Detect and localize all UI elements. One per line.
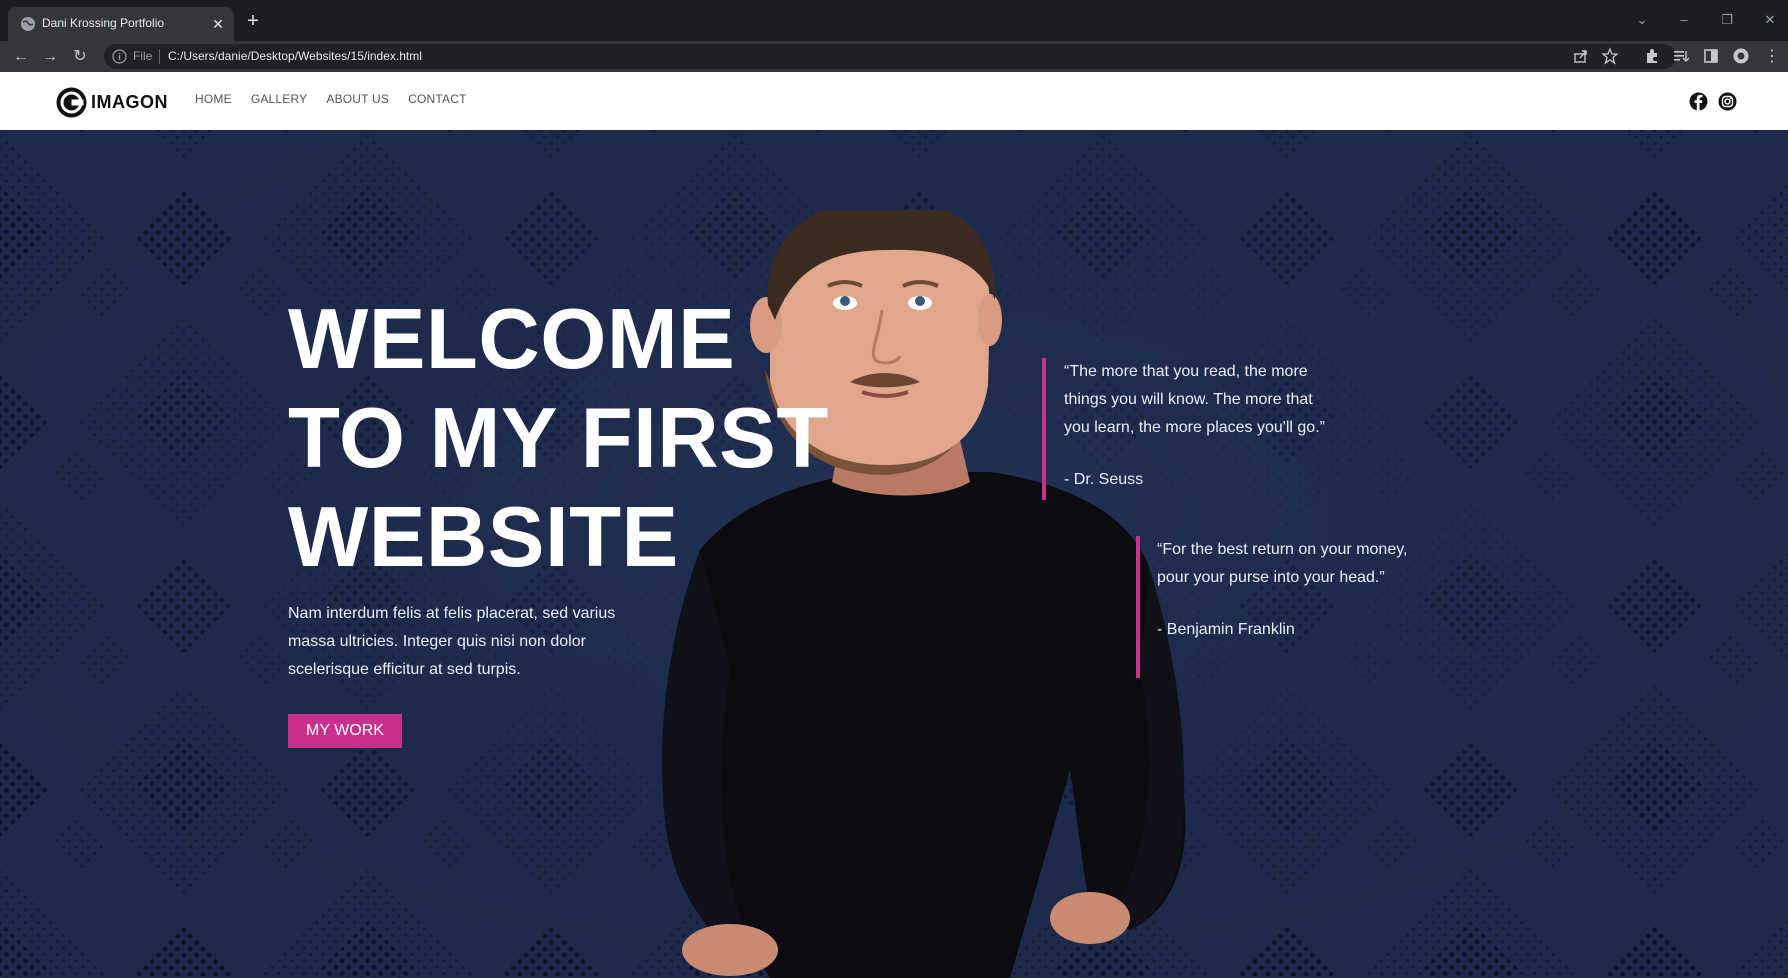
nav-gallery[interactable]: GALLERY bbox=[251, 92, 308, 106]
restore-icon[interactable]: ❐ bbox=[1719, 12, 1735, 28]
quote-dr-seuss: “The more that you read, the more things… bbox=[1042, 358, 1342, 500]
hero-title-line: WEBSITE bbox=[288, 490, 679, 585]
side-panel-icon[interactable] bbox=[1702, 47, 1720, 65]
hero-title-line: TO MY FIRST bbox=[288, 391, 829, 486]
logo-text: IMAGON bbox=[91, 91, 168, 112]
url-text[interactable]: C:/Users/danie/Desktop/Websites/15/index… bbox=[168, 49, 422, 63]
reload-icon[interactable]: ↻ bbox=[70, 47, 90, 67]
my-work-button[interactable]: MY WORK bbox=[288, 714, 402, 748]
site-header: IMAGON HOME GALLERY ABOUT US CONTACT bbox=[0, 72, 1788, 130]
quote-author: - Dr. Seuss bbox=[1064, 471, 1144, 488]
quote-author: - Benjamin Franklin bbox=[1157, 621, 1295, 638]
minimize-icon[interactable]: – bbox=[1676, 12, 1692, 28]
back-icon[interactable]: ← bbox=[11, 47, 31, 67]
tab-search-icon[interactable]: ⌄ bbox=[1634, 12, 1650, 28]
quote-benjamin-franklin: “For the best return on your money, pour… bbox=[1136, 536, 1436, 678]
tab-close-icon[interactable]: ✕ bbox=[210, 16, 226, 32]
browser-toolbar: ← → ↻ File C:/Users/danie/Desktop/Websit… bbox=[0, 41, 1788, 72]
hero-section: WELCOME TO MY FIRST WEBSITE Nam interdum… bbox=[0, 130, 1788, 978]
quote-text: “The more that you read, the more things… bbox=[1064, 363, 1325, 436]
window-close-icon[interactable]: ✕ bbox=[1762, 12, 1778, 28]
url-scheme: File bbox=[133, 49, 153, 63]
share-icon[interactable] bbox=[1572, 47, 1590, 65]
extensions-icon[interactable] bbox=[1643, 47, 1661, 65]
profile-icon[interactable] bbox=[1732, 47, 1750, 65]
hero-title-line: WELCOME bbox=[288, 292, 736, 387]
instagram-icon[interactable] bbox=[1718, 92, 1737, 111]
nav-about-us[interactable]: ABOUT US bbox=[326, 92, 389, 106]
nav-home[interactable]: HOME bbox=[195, 92, 232, 106]
address-bar[interactable]: File C:/Users/danie/Desktop/Websites/15/… bbox=[104, 44, 1676, 69]
tab-title: Dani Krossing Portfolio bbox=[42, 16, 165, 30]
hero-description: Nam interdum felis at felis placerat, se… bbox=[288, 605, 616, 678]
menu-kebab-icon[interactable]: ⋮ bbox=[1762, 47, 1782, 67]
new-tab-icon[interactable]: + bbox=[244, 11, 262, 31]
info-icon[interactable] bbox=[112, 49, 127, 64]
url-divider bbox=[159, 49, 160, 64]
globe-icon bbox=[21, 17, 35, 31]
facebook-icon[interactable] bbox=[1689, 92, 1708, 111]
site-logo[interactable]: IMAGON bbox=[56, 86, 168, 118]
hero-title: WELCOME TO MY FIRST WEBSITE bbox=[288, 290, 888, 587]
reading-list-icon[interactable] bbox=[1672, 47, 1690, 65]
nav-contact[interactable]: CONTACT bbox=[408, 92, 467, 106]
forward-icon[interactable]: → bbox=[40, 47, 60, 67]
browser-tab[interactable]: Dani Krossing Portfolio ✕ bbox=[8, 7, 234, 41]
logo-c-icon bbox=[56, 87, 87, 117]
quote-text: “For the best return on your money, pour… bbox=[1157, 541, 1408, 586]
main-nav: HOME GALLERY ABOUT US CONTACT bbox=[195, 92, 486, 106]
browser-tabstrip: Dani Krossing Portfolio ✕ + ⌄ – ❐ ✕ bbox=[0, 0, 1788, 41]
bookmark-star-icon[interactable] bbox=[1601, 47, 1619, 65]
